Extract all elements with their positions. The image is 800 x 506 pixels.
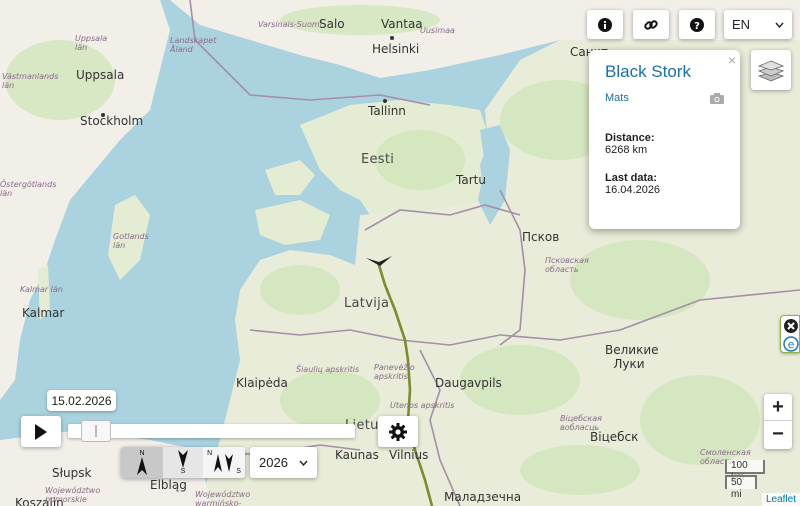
region-landskapet: Landskapet Åland <box>170 36 217 54</box>
timeline-date-tooltip: 15.02.2026 <box>47 390 116 411</box>
info-button[interactable] <box>587 10 623 39</box>
both-south-label: S <box>236 468 241 475</box>
direction-both-button[interactable]: N S <box>203 447 245 478</box>
city-pskov: Псков <box>522 230 560 244</box>
animal-popup: × Black Stork Mats Distance: 6268 km Las… <box>589 50 740 229</box>
region-vitebsk-obl: Віцебская вобласць <box>560 414 602 432</box>
region-siauliu: Šiaulių apskritis <box>296 365 360 374</box>
region-uusimaa: Uusimaa <box>420 26 455 35</box>
e-badge-icon[interactable]: e <box>783 336 799 352</box>
play-button[interactable] <box>21 416 61 447</box>
popup-user-link[interactable]: Mats <box>605 92 629 104</box>
city-uppsala: Uppsala <box>76 68 125 82</box>
city-salo: Salo <box>319 17 345 31</box>
city-helsinki: Helsinki <box>372 42 420 56</box>
city-klaipeda: Klaipėda <box>236 376 288 390</box>
region-gotlands: Gotlands län <box>113 232 149 250</box>
year-value: 2026 <box>259 455 288 470</box>
region-uppsala-lan: Uppsala län <box>75 34 108 52</box>
city-velikie-luki: Великие Луки <box>605 343 659 371</box>
play-icon <box>35 423 47 440</box>
region-pomorskie: Województwo pomorskie <box>45 486 101 504</box>
city-tallinn: Tallinn <box>368 104 406 118</box>
info-icon <box>598 17 612 32</box>
city-tartu: Tartu <box>456 173 486 187</box>
direction-north-button[interactable]: N <box>121 447 163 478</box>
distance-label: Distance: <box>605 132 655 144</box>
link-icon <box>644 19 658 30</box>
region-utenos: Utenos apskritis <box>390 401 455 410</box>
last-data-value: 16.04.2026 <box>605 184 661 196</box>
help-button[interactable]: ? <box>679 10 715 39</box>
region-ostergotland: Östergötlands län <box>0 180 57 198</box>
city-elblag: Elbląg <box>150 478 187 492</box>
popup-title[interactable]: Black Stork <box>605 62 724 82</box>
south-label: S <box>180 468 186 475</box>
north-arrow-icon <box>137 457 147 475</box>
city-vantaa: Vantaa <box>381 17 423 31</box>
close-circle-icon[interactable] <box>783 318 799 334</box>
timeline-slider[interactable] <box>68 420 355 442</box>
timeline-slider-handle[interactable] <box>80 420 111 442</box>
camera-icon[interactable] <box>710 92 724 104</box>
zoom-control: + − <box>764 394 792 449</box>
city-kaunas: Kaunas <box>335 448 379 462</box>
city-vitebsk: Віцебск <box>590 430 639 444</box>
north-label: N <box>139 450 145 457</box>
zoom-in-button[interactable]: + <box>764 394 792 421</box>
south-arrow-icon <box>178 450 188 468</box>
settings-button[interactable] <box>378 416 418 447</box>
side-panel-badges: e <box>780 315 800 353</box>
city-slupsk: Słupsk <box>52 466 92 480</box>
link-button[interactable] <box>633 10 669 39</box>
city-molodechno: Маладзечна <box>444 490 522 504</box>
layers-button[interactable] <box>751 50 791 90</box>
city-kalmar: Kalmar <box>22 306 65 320</box>
direction-filter-group: N S N S <box>121 447 245 478</box>
distance-value: 6268 km <box>605 144 648 156</box>
scale-mi: 50 mi <box>725 475 757 500</box>
both-arrows-icon <box>214 453 234 472</box>
scale-km: 100 km <box>725 460 765 483</box>
region-pskov-obl: Псковская область <box>545 256 589 274</box>
language-select[interactable]: EN <box>724 10 792 39</box>
chevron-down-icon <box>775 22 784 28</box>
leaflet-attribution[interactable]: Leaflet <box>761 493 800 506</box>
city-daugavpils: Daugavpils <box>435 376 502 390</box>
language-value: EN <box>732 17 751 32</box>
svg-text:e: e <box>788 338 795 351</box>
zoom-out-button[interactable]: − <box>764 421 792 448</box>
region-varsinais: Varsinais-Suomi <box>258 20 322 29</box>
region-vastmanland: Västmanlands län <box>2 72 59 90</box>
region-warminsko: Województwo warmińsko-mazurskie <box>195 490 251 506</box>
svg-text:?: ? <box>694 21 700 32</box>
gear-icon <box>389 422 407 441</box>
popup-close-button[interactable]: × <box>728 52 736 68</box>
year-select[interactable]: 2026 <box>250 447 317 478</box>
region-panevezio: Panevėžio apskritis <box>374 363 415 381</box>
handle-grip <box>94 425 97 437</box>
city-vilnius: Vilnius <box>389 448 429 462</box>
direction-south-button[interactable]: S <box>163 447 203 478</box>
layers-icon <box>758 60 784 82</box>
city-stockholm: Stockholm <box>80 114 144 128</box>
country-latvija: Latvija <box>344 296 390 311</box>
country-eesti: Eesti <box>361 152 395 167</box>
question-icon: ? <box>690 17 704 32</box>
both-north-label: N <box>207 450 213 457</box>
last-data-label: Last data: <box>605 172 657 184</box>
chevron-down-icon <box>299 460 308 466</box>
region-kalmar-lan: Kalmar län <box>20 285 63 294</box>
